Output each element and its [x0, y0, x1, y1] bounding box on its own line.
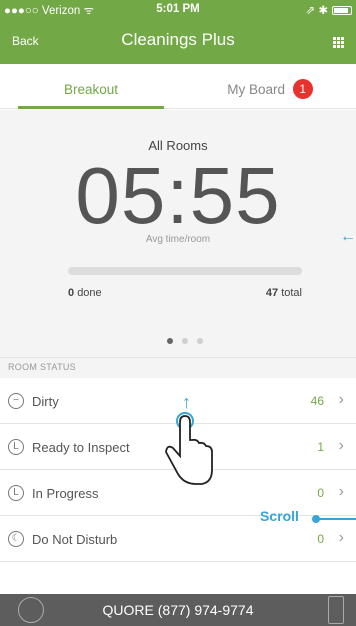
- tab-my-board-label: My Board: [227, 82, 285, 97]
- room-status-header: ROOM STATUS: [0, 357, 356, 378]
- list-item-do-not-disturb[interactable]: ☾ Do Not Disturb 0 ›: [0, 516, 356, 562]
- status-indicators: ⇗ ✱: [306, 3, 352, 17]
- page-dot[interactable]: [197, 338, 203, 344]
- status-bar: ●●●○○ Verizon ᯤ 5:01 PM ⇗ ✱: [0, 0, 356, 20]
- summary-panel[interactable]: All Rooms 05:55 Avg time/room 0 done 47 …: [0, 110, 356, 357]
- footer-bar: QUORE (877) 974-9774: [0, 594, 356, 626]
- total-count: 47 total: [265, 287, 302, 299]
- chevron-right-icon: ›: [338, 529, 344, 546]
- row-count: 1: [317, 440, 324, 454]
- row-label: Dirty: [32, 394, 59, 409]
- nav-bar: Back Cleanings Plus: [0, 20, 356, 64]
- row-count: 0: [317, 532, 324, 546]
- row-label: In Progress: [32, 486, 99, 501]
- tab-bar: Breakout My Board 1: [0, 64, 356, 109]
- tab-breakout[interactable]: Breakout: [18, 64, 164, 109]
- avg-time-label: Avg time/room: [145, 234, 211, 245]
- grid-icon[interactable]: [333, 37, 344, 48]
- tab-breakout-label: Breakout: [63, 82, 119, 97]
- notification-badge: 1: [292, 79, 313, 99]
- row-count: 46: [310, 394, 324, 408]
- clock-icon: L: [8, 439, 24, 455]
- progress-bar: [68, 267, 302, 275]
- chevron-right-icon: ›: [338, 391, 344, 408]
- battery-icon: [332, 5, 352, 15]
- support-phone[interactable]: QUORE (877) 974-9774: [0, 602, 356, 618]
- minus-circle-icon: −: [8, 393, 24, 409]
- timer-icon: L: [8, 485, 24, 501]
- scroll-up-arrow-icon: ↑: [182, 392, 191, 412]
- scroll-hint-label: Scroll: [260, 508, 299, 524]
- location-bluetooth-icons: ⇗ ✱: [305, 5, 328, 17]
- page-dot[interactable]: [182, 338, 188, 344]
- swipe-arrow-icon: ←: [340, 228, 356, 245]
- status-time: 5:01 PM: [156, 3, 200, 15]
- row-count: 0: [317, 486, 324, 500]
- row-label: Ready to Inspect: [32, 440, 130, 455]
- moon-icon: ☾: [8, 531, 24, 547]
- done-count: 0 done: [68, 287, 102, 299]
- callout-line: [314, 518, 356, 520]
- page-dot[interactable]: [167, 338, 173, 344]
- page-title: Cleanings Plus: [121, 30, 235, 49]
- chevron-right-icon: ›: [338, 483, 344, 500]
- avg-time-value: 05:55: [75, 151, 281, 240]
- row-label: Do Not Disturb: [32, 532, 118, 547]
- chevron-right-icon: ›: [338, 437, 344, 454]
- page-indicator[interactable]: [167, 338, 203, 344]
- hand-pointer-icon: [165, 412, 213, 485]
- tab-my-board[interactable]: My Board 1: [200, 64, 340, 109]
- device-icon[interactable]: [328, 596, 344, 624]
